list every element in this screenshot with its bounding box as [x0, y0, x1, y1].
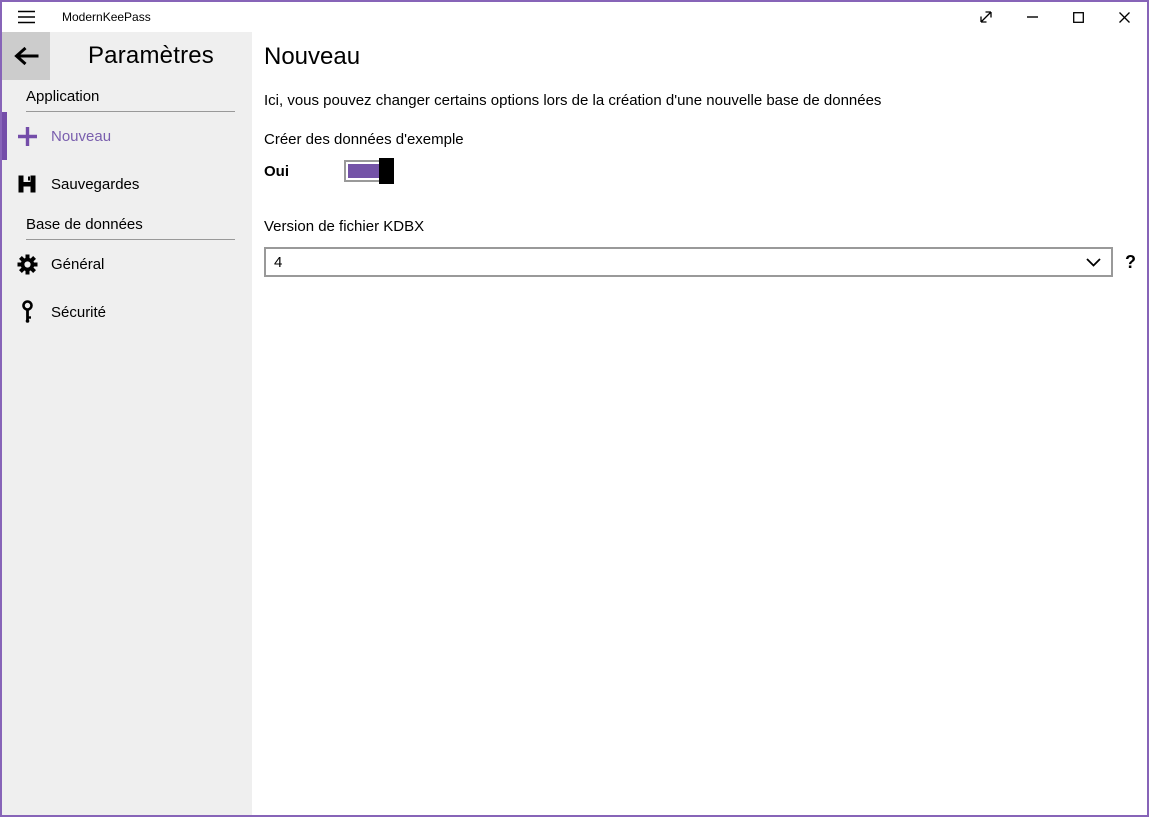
section-header-base-de-donnees: Base de données	[26, 216, 235, 240]
minimize-button[interactable]	[1009, 2, 1055, 32]
gear-icon	[15, 254, 39, 275]
hamburger-icon	[18, 10, 35, 24]
key-icon	[15, 300, 39, 324]
toggle-thumb[interactable]	[379, 158, 394, 184]
page-title: Nouveau	[264, 42, 1141, 72]
kdbx-version-select[interactable]: 4	[264, 247, 1113, 277]
sidebar-header: Paramètres	[2, 32, 252, 80]
sidebar-item-nouveau[interactable]: Nouveau	[2, 112, 252, 160]
maximize-button[interactable]	[1055, 2, 1101, 32]
section-header-application: Application	[26, 88, 235, 112]
maximize-icon	[1073, 12, 1084, 23]
settings-page-title: Paramètres	[50, 42, 252, 70]
kdbx-version-label: Version de fichier KDBX	[264, 218, 1141, 235]
selection-indicator	[2, 112, 7, 160]
settings-content: Nouveau Ici, vous pouvez changer certain…	[252, 32, 1147, 815]
app-title: ModernKeePass	[62, 10, 151, 24]
kdbx-version-row: 4 ?	[264, 247, 1141, 277]
fullscreen-button[interactable]	[963, 2, 1009, 32]
sidebar-item-sauvegardes[interactable]: Sauvegardes	[2, 160, 252, 208]
chevron-down-icon	[1086, 258, 1101, 267]
minimize-icon	[1027, 16, 1038, 18]
sidebar-item-label: Général	[51, 256, 104, 273]
kdbx-version-value: 4	[274, 254, 282, 271]
settings-sidebar: Paramètres Application Nouveau	[2, 32, 252, 815]
close-icon	[1119, 12, 1130, 23]
toggle-state-label: Oui	[264, 163, 344, 180]
sidebar-item-label: Nouveau	[51, 128, 111, 145]
sidebar-item-general[interactable]: Général	[2, 240, 252, 288]
app-window: ModernKeePass	[0, 0, 1149, 817]
sample-data-label: Créer des données d'exemple	[264, 131, 1141, 148]
window-body: Paramètres Application Nouveau	[2, 32, 1147, 815]
back-arrow-icon	[12, 45, 40, 67]
sidebar-item-securite[interactable]: Sécurité	[2, 288, 252, 336]
sidebar-item-label: Sécurité	[51, 304, 106, 321]
window-controls	[963, 2, 1147, 32]
close-button[interactable]	[1101, 2, 1147, 32]
sample-data-toggle-row: Oui	[264, 158, 1141, 184]
page-description: Ici, vous pouvez changer certains option…	[264, 92, 1141, 109]
save-icon	[15, 174, 39, 194]
titlebar: ModernKeePass	[2, 2, 1147, 32]
help-button[interactable]: ?	[1119, 251, 1141, 274]
diagonal-resize-icon	[978, 9, 994, 25]
hamburger-menu-button[interactable]	[2, 2, 50, 32]
sample-data-toggle[interactable]	[344, 160, 393, 182]
back-button[interactable]	[2, 32, 50, 80]
plus-icon	[15, 126, 39, 147]
sidebar-item-label: Sauvegardes	[51, 176, 139, 193]
